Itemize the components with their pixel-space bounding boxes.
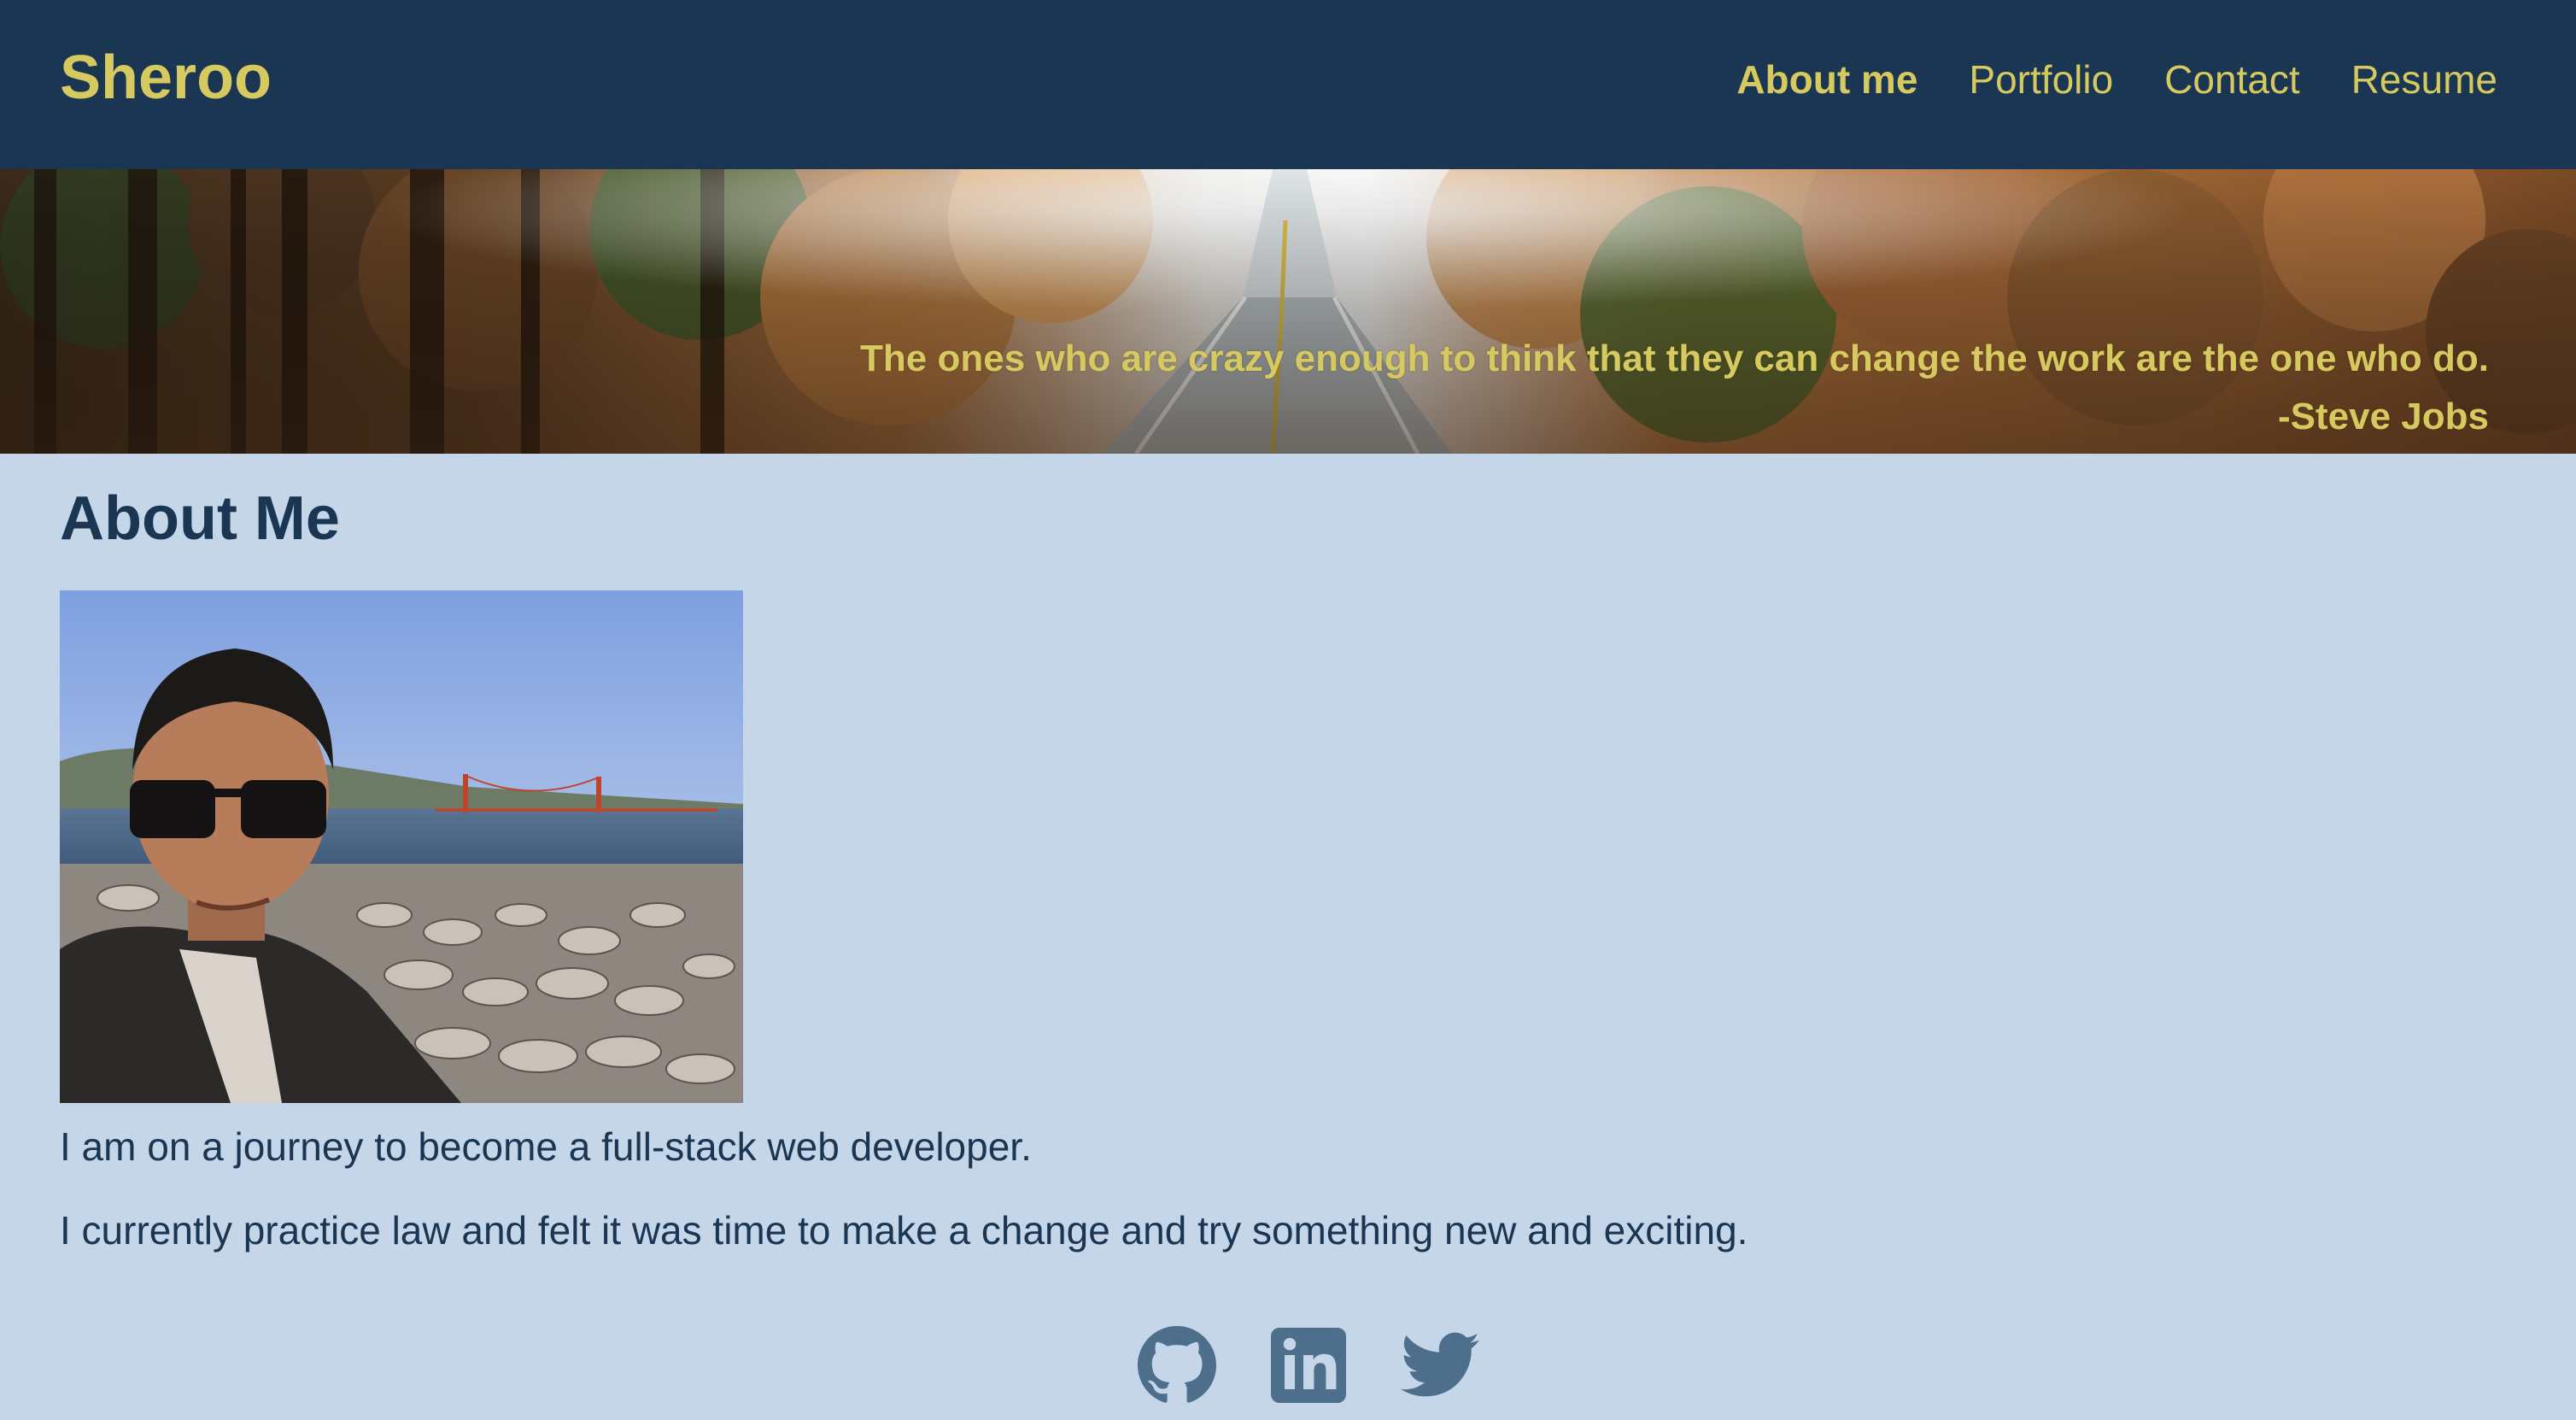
section-title: About Me bbox=[60, 484, 340, 553]
about-paragraph-2: I currently practice law and felt it was… bbox=[60, 1208, 1748, 1253]
about-section: About Me I am on a journey to become a f… bbox=[60, 454, 2516, 1253]
nav-resume[interactable]: Resume bbox=[2351, 56, 2497, 103]
twitter-icon bbox=[1401, 1332, 1479, 1397]
github-icon bbox=[1138, 1326, 1216, 1403]
hero-quote: The ones who are crazy enough to think t… bbox=[860, 330, 2489, 446]
nav-menu: About me Portfolio Contact Resume bbox=[1736, 56, 2497, 103]
linkedin-link[interactable] bbox=[1268, 1324, 1349, 1406]
navbar: Sheroo About me Portfolio Contact Resume bbox=[0, 0, 2576, 169]
hero-banner: The ones who are crazy enough to think t… bbox=[0, 169, 2576, 454]
profile-photo bbox=[60, 590, 743, 1103]
social-links bbox=[0, 1324, 2576, 1406]
brand-logo[interactable]: Sheroo bbox=[60, 43, 272, 113]
linkedin-icon bbox=[1271, 1328, 1346, 1403]
github-link[interactable] bbox=[1136, 1324, 1218, 1406]
nav-contact[interactable]: Contact bbox=[2164, 56, 2300, 103]
twitter-link[interactable] bbox=[1399, 1324, 1481, 1406]
about-paragraph-1: I am on a journey to become a full-stack… bbox=[60, 1124, 1032, 1169]
quote-author: -Steve Jobs bbox=[2278, 396, 2489, 437]
nav-about-me[interactable]: About me bbox=[1736, 56, 1917, 103]
quote-text: The ones who are crazy enough to think t… bbox=[860, 337, 2489, 379]
nav-portfolio[interactable]: Portfolio bbox=[1969, 56, 2113, 103]
